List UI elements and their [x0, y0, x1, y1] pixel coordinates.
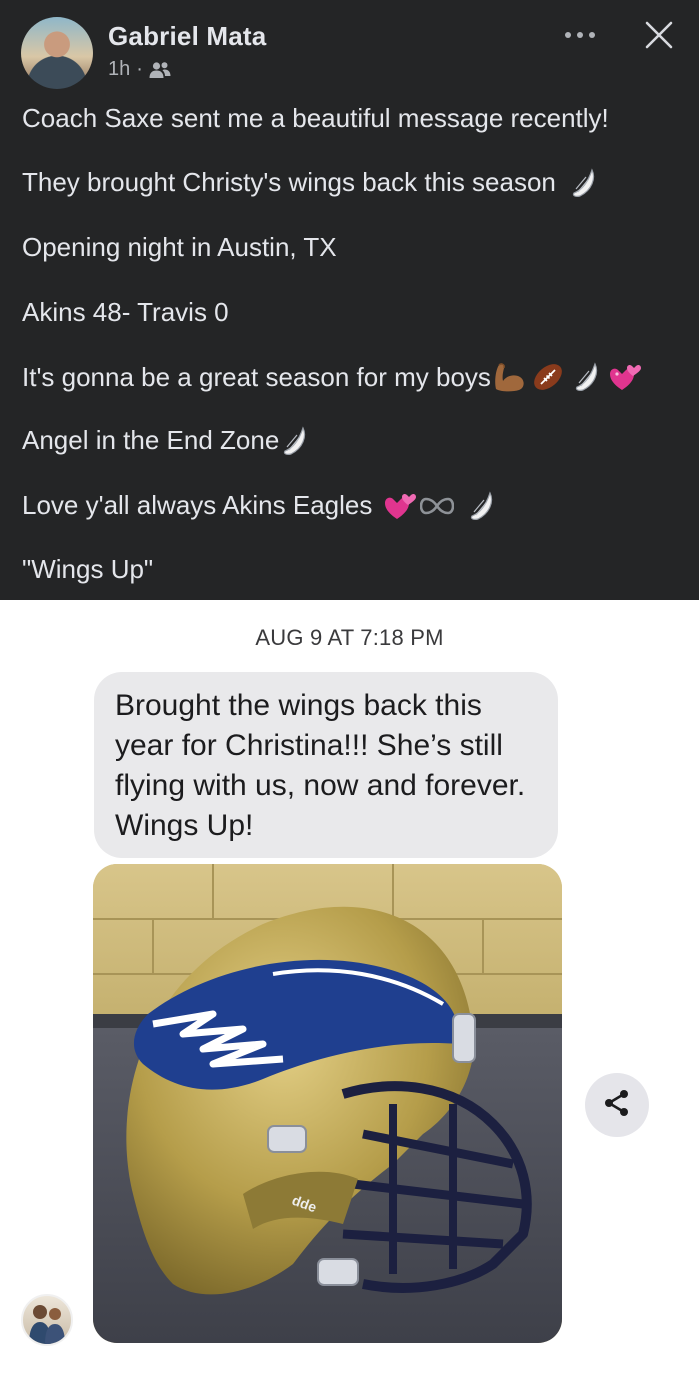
ellipsis-icon — [564, 26, 596, 44]
message-text: Brought the wings back this year for Chr… — [115, 689, 526, 842]
post-meta: 1h · — [108, 58, 171, 81]
share-button[interactable] — [585, 1073, 649, 1137]
two-hearts-icon — [609, 362, 641, 392]
post-line-1: Coach Saxe sent me a beautiful message r… — [22, 103, 609, 133]
wing-icon — [570, 167, 596, 198]
message-bubble: Brought the wings back this year for Chr… — [94, 672, 558, 858]
wing-icon — [281, 425, 307, 456]
share-icon — [602, 1088, 632, 1123]
post-line-2: They brought Christy's wings back this s… — [22, 167, 596, 198]
close-icon — [645, 21, 673, 54]
post-time[interactable]: 1h — [108, 58, 130, 81]
friends-icon — [149, 61, 171, 79]
american-football-icon — [531, 360, 565, 394]
more-options-button[interactable] — [560, 22, 600, 48]
close-button[interactable] — [640, 18, 678, 56]
wing-icon — [468, 490, 494, 521]
flexed-biceps-icon — [493, 361, 527, 393]
infinity-icon — [420, 497, 455, 515]
post-line-8: "Wings Up" — [22, 554, 154, 584]
post-line-5: It's gonna be a great season for my boys — [22, 360, 641, 394]
helmet-photo[interactable]: dde — [93, 864, 562, 1343]
meta-separator: · — [136, 58, 143, 80]
post-line-6: Angel in the End Zone — [22, 425, 307, 456]
post-line-4: Akins 48- Travis 0 — [22, 297, 229, 327]
post-line-3: Opening night in Austin, TX — [22, 232, 337, 262]
author-name[interactable]: Gabriel Mata — [108, 21, 266, 52]
wing-icon — [573, 362, 599, 392]
post-line-7: Love y'all always Akins Eagles — [22, 490, 494, 521]
message-timestamp: AUG 9 AT 7:18 PM — [255, 625, 444, 650]
post-container: Gabriel Mata 1h · Coach Saxe sent me a b… — [0, 0, 699, 600]
author-avatar[interactable] — [21, 17, 93, 89]
sender-avatar[interactable] — [21, 1294, 73, 1346]
two-hearts-icon — [384, 491, 417, 521]
